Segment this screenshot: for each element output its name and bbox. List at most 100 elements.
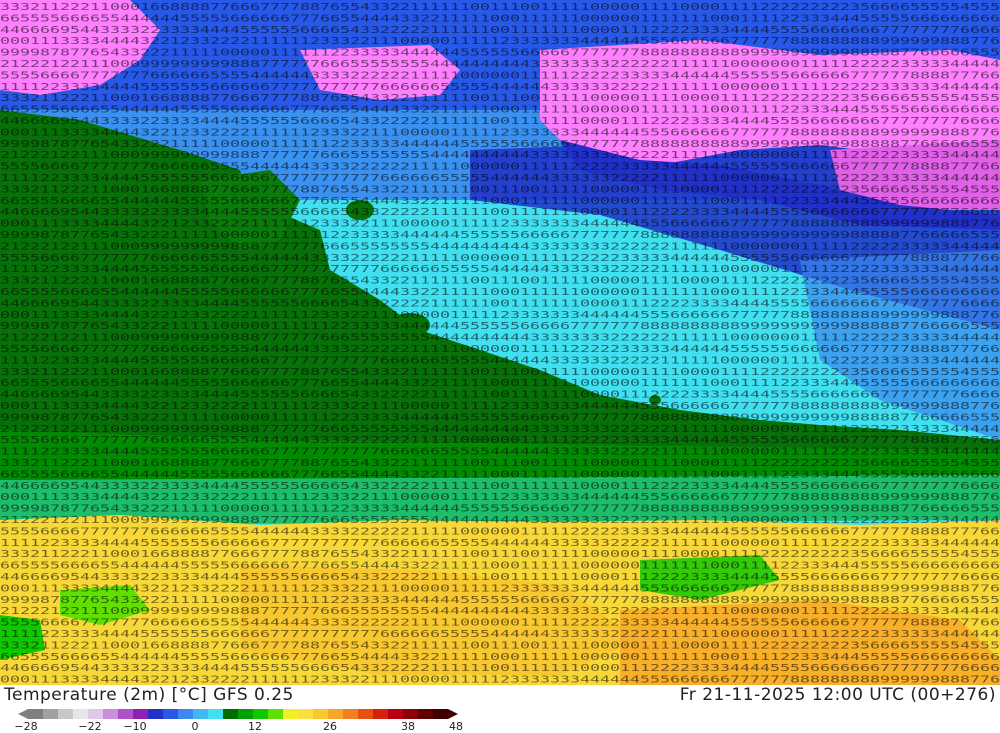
value-row: 6655556666554444445555566666677766554444…	[0, 652, 1000, 663]
value-row: 4466669544333322333344445555556666543322…	[0, 116, 1000, 127]
value-row: 5555666677777776666665555444444333322222…	[0, 344, 1000, 355]
value-row: 3332112221100016688887766677778876554332…	[0, 2, 1000, 13]
scale-swatch	[88, 709, 104, 719]
value-row: 9999878776543322211111000001111112233333…	[0, 48, 1000, 59]
value-row: 0001113333444432212332222111111233322111…	[0, 36, 1000, 47]
scale-swatch	[208, 709, 224, 719]
value-row: 0001113333444432212332222111111233322111…	[0, 127, 1000, 138]
value-row: 9999878776543322211111000001111112233333…	[0, 412, 1000, 423]
scale-swatch	[373, 709, 389, 719]
value-row: 1111223333444455555556666667777777777766…	[0, 538, 1000, 549]
value-row: 1111223333444455555556666667777777777766…	[0, 447, 1000, 458]
value-row: 5555666677777776666665555444444333322222…	[0, 618, 1000, 629]
value-grid: 3332112221100016688887766677778876554332…	[0, 2, 1000, 685]
value-row: 0001113333444432212332222111111233322111…	[0, 675, 1000, 685]
value-row: 5555666677777776666665555444444333322222…	[0, 526, 1000, 537]
scale-swatch	[28, 709, 44, 719]
value-row: 4466669544333322333344445555556666543322…	[0, 481, 1000, 492]
value-row: 3332112221100016688887766677778876554332…	[0, 93, 1000, 104]
scale-swatch	[433, 709, 449, 719]
value-row: 3332112221100016688887766677778876554332…	[0, 367, 1000, 378]
value-row: 1111223333444455555556666667777777777766…	[0, 82, 1000, 93]
value-row: 2122212211100099999999988877777766655555…	[0, 333, 1000, 344]
value-row: 6655556666554444445555566666677766554444…	[0, 287, 1000, 298]
value-row: 4466669544333322333344445555556666543322…	[0, 207, 1000, 218]
value-row: 2122212211100099999999988877777766655555…	[0, 150, 1000, 161]
scale-swatch	[343, 709, 359, 719]
tick-label: 12	[248, 720, 262, 733]
value-row: 2122212211100099999999988877777766655555…	[0, 606, 1000, 617]
value-row: 1111223333444455555556666667777777777766…	[0, 629, 1000, 640]
value-row: 3332112221100016688887766677778876554332…	[0, 184, 1000, 195]
tick-label: 48	[449, 720, 463, 733]
value-row: 3332112221100016688887766677778876554332…	[0, 276, 1000, 287]
value-row: 1111223333444455555556666667777777777766…	[0, 355, 1000, 366]
value-row: 2122212211100099999999988877777766655555…	[0, 59, 1000, 70]
value-row: 4466669544333322333344445555556666543322…	[0, 298, 1000, 309]
scale-swatch	[148, 709, 164, 719]
scale-swatch	[178, 709, 194, 719]
scale-arrow-left	[18, 709, 28, 719]
weather-map[interactable]: 3332112221100016688887766677778876554332…	[0, 0, 1000, 685]
value-row: 6655556666554444445555566666677766554444…	[0, 196, 1000, 207]
value-row: 4466669544333322333344445555556666543322…	[0, 572, 1000, 583]
value-row: 0001113333444432212332222111111233322111…	[0, 401, 1000, 412]
value-row: 6655556666554444445555566666677766554444…	[0, 378, 1000, 389]
value-row: 5555666677777776666665555444444333322222…	[0, 253, 1000, 264]
value-row: 5555666677777776666665555444444333322222…	[0, 70, 1000, 81]
scale-swatch	[163, 709, 179, 719]
tick-label: 0	[191, 720, 199, 733]
value-row: 9999878776543322211111000001111112233333…	[0, 139, 1000, 150]
value-row: 0001113333444432212332222111111233322111…	[0, 583, 1000, 594]
scale-swatch	[358, 709, 374, 719]
value-row: 1111223333444455555556666667777777777766…	[0, 264, 1000, 275]
tick-label: 38	[401, 720, 415, 733]
scale-swatch	[418, 709, 434, 719]
value-row: 0001113333444432212332222111111233322111…	[0, 310, 1000, 321]
scale-swatch	[403, 709, 419, 719]
scale-arrow-right	[448, 709, 458, 719]
value-row: 2122212211100099999999988877777766655555…	[0, 515, 1000, 526]
scale-swatch	[223, 709, 239, 719]
value-row: 9999878776543322211111000001111112233333…	[0, 504, 1000, 515]
scale-swatch	[133, 709, 149, 719]
value-row: 3332112221100016688887766677778876554332…	[0, 640, 1000, 651]
value-row: 9999878776543322211111000001111112233333…	[0, 321, 1000, 332]
value-row: 6655556666554444445555566666677766554444…	[0, 13, 1000, 24]
valid-time: Fr 21-11-2025 12:00 UTC (00+276)	[679, 685, 996, 705]
value-row: 3332112221100016688887766677778876554332…	[0, 458, 1000, 469]
scale-swatch	[193, 709, 209, 719]
value-row: 5555666677777776666665555444444333322222…	[0, 435, 1000, 446]
value-row: 5555666677777776666665555444444333322222…	[0, 162, 1000, 173]
scale-swatch	[283, 709, 299, 719]
scale-swatch	[313, 709, 329, 719]
value-row: 2122212211100099999999988877777766655555…	[0, 424, 1000, 435]
scale-swatch	[118, 709, 134, 719]
value-row: 0001113333444432212332222111111233322111…	[0, 219, 1000, 230]
tick-label: −10	[123, 720, 147, 733]
value-row: 0001113333444432212332222111111233322111…	[0, 492, 1000, 503]
value-row: 4466669544333322333344445555556666543322…	[0, 663, 1000, 674]
value-row: 4466669544333322333344445555556666543322…	[0, 25, 1000, 36]
value-row: 1111223333444455555556666667777777777766…	[0, 173, 1000, 184]
map-footer: Temperature (2m) [°C] GFS 0.25 Fr 21-11-…	[0, 685, 1000, 733]
tick-label: −22	[78, 720, 102, 733]
scale-swatch	[298, 709, 314, 719]
value-row: 4466669544333322333344445555556666543322…	[0, 390, 1000, 401]
value-row: 6655556666554444445555566666677766554444…	[0, 105, 1000, 116]
value-row: 9999878776543322211111000001111112233333…	[0, 595, 1000, 606]
color-scale: −28 −22 −10 0 12 26 38 48	[14, 706, 468, 733]
scale-swatch	[238, 709, 254, 719]
scale-swatch	[253, 709, 269, 719]
tick-label: 26	[323, 720, 337, 733]
value-row: 6655556666554444445555566666677766554444…	[0, 561, 1000, 572]
scale-swatch	[388, 709, 404, 719]
scale-swatch	[328, 709, 344, 719]
scale-swatch	[58, 709, 74, 719]
scale-swatch	[268, 709, 284, 719]
value-row: 2122212211100099999999988877777766655555…	[0, 241, 1000, 252]
map-title: Temperature (2m) [°C] GFS 0.25	[4, 685, 294, 705]
tick-label: −28	[14, 720, 38, 733]
value-row: 9999878776543322211111000001111112233333…	[0, 230, 1000, 241]
value-row: 3332112221100016688887766677778876554332…	[0, 549, 1000, 560]
